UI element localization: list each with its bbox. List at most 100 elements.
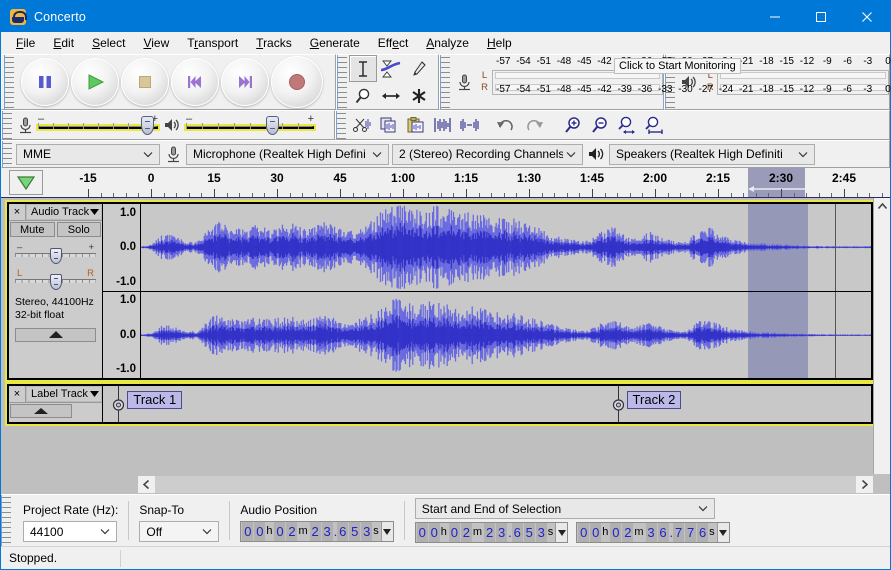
- gain-slider-thumb[interactable]: [50, 248, 62, 264]
- maximize-button[interactable]: [798, 1, 844, 32]
- pan-slider-thumb[interactable]: [50, 274, 62, 290]
- selection-end-field[interactable]: 00h02m36.776s: [576, 522, 729, 543]
- audio-track-gain-slider[interactable]: – +: [15, 242, 96, 264]
- label-drag-handle[interactable]: [112, 398, 125, 412]
- audio-track-solo-button[interactable]: Solo: [57, 222, 102, 237]
- time-digit[interactable]: 2: [461, 523, 472, 542]
- label-track-body[interactable]: Track 1 Track 2: [103, 386, 871, 422]
- time-digit[interactable]: 0: [254, 522, 265, 541]
- audio-host-select[interactable]: MME: [16, 144, 160, 165]
- time-digit[interactable]: 2: [484, 523, 495, 542]
- selection-toolbar-grip[interactable]: [1, 495, 11, 546]
- time-digit[interactable]: 6: [658, 523, 669, 542]
- trim-button[interactable]: [429, 112, 456, 138]
- time-digit[interactable]: 3: [536, 523, 547, 542]
- horizontal-scrollbar[interactable]: [138, 476, 873, 493]
- zoom-tool[interactable]: [349, 82, 377, 109]
- menu-effect[interactable]: Effect: [369, 34, 418, 52]
- time-digit[interactable]: 3: [361, 522, 372, 541]
- time-digit[interactable]: 6: [697, 523, 708, 542]
- label-track-collapse-button[interactable]: [10, 404, 72, 418]
- silence-button[interactable]: [456, 112, 483, 138]
- redo-button[interactable]: [520, 112, 547, 138]
- project-rate-select[interactable]: 44100: [23, 521, 117, 542]
- pause-button[interactable]: [21, 58, 69, 106]
- undo-button[interactable]: [493, 112, 520, 138]
- minimize-button[interactable]: [752, 1, 798, 32]
- time-digit[interactable]: 5: [524, 523, 535, 542]
- envelope-tool[interactable]: [377, 55, 405, 82]
- cut-button[interactable]: [348, 112, 375, 138]
- time-digit[interactable]: 0: [274, 522, 285, 541]
- label-text[interactable]: Track 1: [127, 391, 182, 409]
- zoom-in-button[interactable]: [559, 112, 586, 138]
- label-track-control-panel[interactable]: × Label Track: [9, 386, 103, 422]
- audio-position-field[interactable]: 00h02m23.653s: [240, 521, 393, 542]
- recording-meter-grip[interactable]: [440, 55, 450, 109]
- menu-file[interactable]: File: [7, 34, 44, 52]
- time-spinner-button[interactable]: [381, 522, 393, 541]
- transport-toolbar-grip[interactable]: [4, 55, 14, 109]
- left-channel-waveform[interactable]: [141, 204, 871, 291]
- audio-track-mute-button[interactable]: Mute: [10, 222, 55, 237]
- audio-track-pan-slider[interactable]: L R: [15, 268, 96, 290]
- label-track-close-button[interactable]: ×: [9, 386, 26, 402]
- snapto-select[interactable]: Off: [139, 521, 219, 542]
- menu-view[interactable]: View: [134, 34, 178, 52]
- tools-toolbar-grip[interactable]: [337, 55, 347, 109]
- stop-button[interactable]: [121, 58, 169, 106]
- skip-to-start-button[interactable]: [171, 58, 219, 106]
- time-digit[interactable]: 0: [590, 523, 601, 542]
- playback-meter-scale[interactable]: [717, 70, 889, 95]
- audio-track-name-menu[interactable]: Audio Track: [26, 204, 102, 220]
- output-volume-slider[interactable]: – +: [186, 112, 314, 138]
- time-digit[interactable]: 2: [310, 522, 321, 541]
- menu-select[interactable]: Select: [83, 34, 134, 52]
- time-spinner-button[interactable]: [717, 523, 729, 542]
- input-volume-thumb[interactable]: [141, 116, 154, 135]
- zoom-out-button[interactable]: [586, 112, 613, 138]
- time-digit[interactable]: 3: [496, 523, 507, 542]
- paste-button[interactable]: [402, 112, 429, 138]
- time-digit[interactable]: 0: [578, 523, 589, 542]
- time-digit[interactable]: 0: [429, 523, 440, 542]
- audio-track-collapse-button[interactable]: [15, 328, 96, 342]
- scroll-up-arrow-icon[interactable]: [874, 198, 890, 215]
- menu-edit[interactable]: Edit: [44, 34, 83, 52]
- audio-track-close-button[interactable]: ×: [9, 204, 26, 220]
- recording-device-select[interactable]: Microphone (Realtek High Defini: [186, 144, 389, 165]
- input-volume-slider[interactable]: – +: [38, 112, 158, 138]
- audio-track-control-panel[interactable]: × Audio Track Mute Solo: [9, 204, 103, 378]
- output-volume-thumb[interactable]: [266, 116, 279, 135]
- label-drag-handle[interactable]: [612, 398, 625, 412]
- playback-device-select[interactable]: Speakers (Realtek High Definiti: [609, 144, 815, 165]
- time-spinner-button[interactable]: [555, 523, 567, 542]
- label-track[interactable]: × Label Track Track 1Track: [7, 384, 873, 424]
- playback-meter-speaker-icon[interactable]: [675, 74, 703, 90]
- start-monitoring-tooltip[interactable]: Click to Start Monitoring: [614, 58, 741, 74]
- audio-track[interactable]: × Audio Track Mute Solo: [7, 202, 873, 380]
- time-digit[interactable]: 5: [349, 522, 360, 541]
- time-digit[interactable]: 7: [673, 523, 684, 542]
- selection-mode-select[interactable]: Start and End of Selection: [415, 498, 715, 519]
- vertical-scrollbar-track[interactable]: [874, 215, 890, 474]
- pinned-play-head-button[interactable]: [9, 170, 43, 195]
- time-digit[interactable]: 0: [242, 522, 253, 541]
- time-digit[interactable]: 3: [646, 523, 657, 542]
- device-toolbar-grip[interactable]: [2, 141, 12, 167]
- record-button[interactable]: [271, 56, 323, 108]
- time-digit[interactable]: 0: [449, 523, 460, 542]
- multi-tool[interactable]: [405, 82, 433, 109]
- time-digit[interactable]: 2: [286, 522, 297, 541]
- label-track-name-menu[interactable]: Label Track: [26, 386, 102, 402]
- draw-tool[interactable]: [405, 55, 433, 82]
- menu-tracks[interactable]: Tracks: [247, 34, 301, 52]
- time-digit[interactable]: 6: [512, 523, 523, 542]
- edit-toolbar-grip[interactable]: [336, 111, 346, 139]
- recording-channels-select[interactable]: 2 (Stereo) Recording Channels: [392, 144, 583, 165]
- menu-transport[interactable]: Transport: [178, 34, 247, 52]
- time-digit[interactable]: 6: [337, 522, 348, 541]
- play-button[interactable]: [71, 58, 119, 106]
- scroll-right-arrow-icon[interactable]: [856, 476, 873, 493]
- label-text[interactable]: Track 2: [627, 391, 682, 409]
